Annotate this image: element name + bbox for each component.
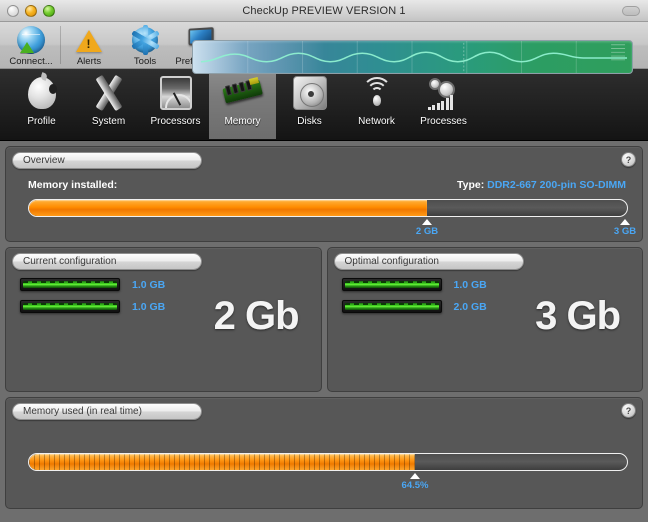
memory-used-help-button[interactable]: ? (621, 403, 636, 418)
memory-marker-2gb: 2 GB (415, 219, 439, 237)
minimize-button[interactable] (25, 5, 37, 17)
tab-label-network: Network (358, 116, 395, 127)
tab-label-disks: Disks (297, 116, 322, 127)
memory-used-bar (28, 453, 628, 471)
memory-installed-label: Memory installed: (28, 179, 118, 191)
marker-label: 3 GB (613, 226, 637, 237)
hard-disk-icon (289, 74, 331, 114)
activity-waveform-graph (192, 40, 633, 74)
tab-system[interactable]: System (75, 69, 142, 139)
x-icon (88, 74, 130, 114)
toolbar-toggle-button[interactable] (622, 6, 640, 16)
window-title: CheckUp PREVIEW VERSION 1 (242, 4, 406, 17)
tab-processes[interactable]: Processes (410, 69, 477, 139)
memory-slot-row: 1.0 GB (20, 300, 165, 313)
memory-slot-row: 1.0 GB (341, 278, 487, 291)
current-configuration-title: Current configuration (12, 253, 202, 270)
apple-icon (21, 74, 63, 114)
memory-slot-size: 1.0 GB (132, 300, 166, 313)
memory-installed-bar (28, 199, 628, 217)
configuration-row: Current configuration 1.0 GB 1.0 GB 2 Gb… (5, 247, 643, 392)
current-configuration-panel: Current configuration 1.0 GB 1.0 GB 2 Gb (5, 247, 322, 392)
tab-disks[interactable]: Disks (276, 69, 343, 139)
optimal-configuration-title: Optimal configuration (333, 253, 524, 270)
memory-installed-bar-fill (29, 200, 427, 216)
memory-type-value: DDR2-667 200-pin SO-DIMM (487, 179, 626, 191)
toolbar-button-alerts[interactable]: Alerts (61, 24, 117, 67)
toolbar-label-tools: Tools (133, 56, 157, 67)
memory-used-marker: 64.5% (400, 473, 430, 491)
memory-marker-3gb: 3 GB (613, 219, 637, 237)
toolbar-button-connect[interactable]: Connect... (2, 24, 60, 67)
optimal-configuration-slots: 1.0 GB 2.0 GB (341, 278, 487, 322)
tab-label-memory: Memory (224, 116, 261, 127)
memory-slot-row: 1.0 GB (20, 278, 165, 291)
memory-slot-row: 2.0 GB (341, 300, 487, 313)
marker-triangle-icon (422, 219, 432, 225)
memory-stick-icon (20, 278, 120, 291)
marker-triangle-icon (620, 219, 630, 225)
close-button[interactable] (7, 5, 19, 17)
window-controls (7, 5, 55, 17)
toolbar-label-alerts: Alerts (76, 56, 102, 67)
tab-label-processors: Processors (150, 116, 201, 127)
marker-label: 2 GB (415, 226, 439, 237)
memory-module-icon (221, 74, 264, 114)
memory-slot-size: 2.0 GB (453, 300, 487, 313)
tab-profile[interactable]: Profile (8, 69, 75, 139)
memory-used-title: Memory used (in real time) (12, 403, 202, 420)
toolbar-button-tools[interactable]: Tools (117, 24, 173, 67)
memory-stick-icon (20, 300, 120, 313)
memory-stick-icon (341, 278, 442, 291)
optimal-configuration-panel: Optimal configuration 1.0 GB 2.0 GB 3 Gb (326, 247, 643, 392)
tab-label-system: System (91, 116, 126, 127)
marker-triangle-icon (410, 473, 420, 479)
app-window: CheckUp PREVIEW VERSION 1 Connect... Ale… (0, 0, 648, 522)
memory-used-panel: Memory used (in real time) ? 64.5% (5, 397, 643, 509)
title-bar: CheckUp PREVIEW VERSION 1 (0, 0, 648, 22)
processor-icon (155, 74, 197, 114)
gear-icon (130, 25, 160, 55)
warning-triangle-icon (74, 25, 104, 55)
memory-stick-icon (341, 300, 442, 313)
toolbar-label-connect: Connect... (9, 56, 53, 67)
toolbar: Connect... Alerts Tools Preferences (0, 22, 648, 74)
content-area: Overview ? Memory installed: Type: DDR2-… (0, 141, 648, 522)
tab-label-processes: Processes (420, 116, 467, 127)
memory-used-value-label: 64.5% (401, 480, 429, 491)
wireless-signal-icon (356, 74, 398, 114)
memory-type: Type: DDR2-667 200-pin SO-DIMM (457, 179, 626, 191)
gears-chart-icon (423, 74, 465, 114)
overview-help-button[interactable]: ? (621, 152, 636, 167)
overview-panel: Overview ? Memory installed: Type: DDR2-… (5, 146, 643, 242)
memory-slot-size: 1.0 GB (132, 278, 166, 291)
tab-bar: Profile System Processors Memory Disks N… (0, 69, 648, 141)
zoom-button[interactable] (43, 5, 55, 17)
overview-panel-title: Overview (12, 152, 202, 169)
tab-network[interactable]: Network (343, 69, 410, 139)
memory-slot-size: 1.0 GB (453, 278, 487, 291)
tab-memory[interactable]: Memory (209, 69, 276, 139)
tab-label-profile: Profile (27, 116, 56, 127)
current-configuration-total: 2 Gb (213, 294, 300, 338)
memory-used-bar-fill (29, 454, 415, 470)
tab-processors[interactable]: Processors (142, 69, 209, 139)
memory-type-prefix: Type: (456, 179, 485, 191)
current-configuration-slots: 1.0 GB 1.0 GB (20, 278, 165, 322)
optimal-configuration-total: 3 Gb (535, 294, 621, 338)
globe-connect-icon (16, 25, 46, 55)
